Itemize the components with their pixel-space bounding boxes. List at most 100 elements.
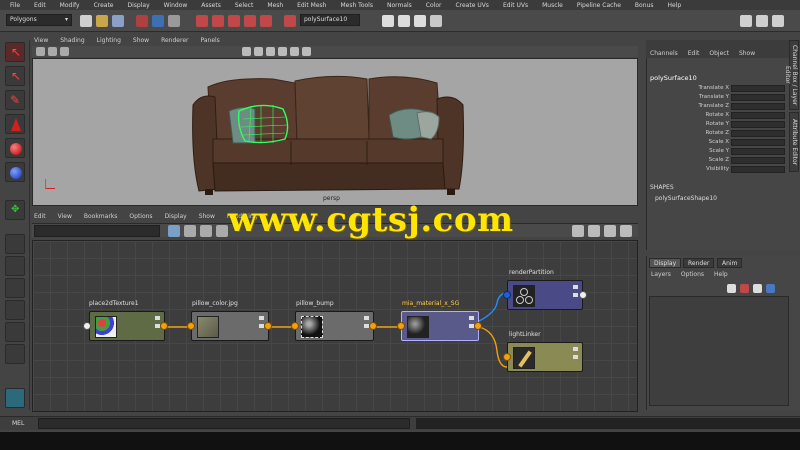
menu-mesh[interactable]: Mesh [267, 2, 283, 9]
side-tab-attribute-editor[interactable]: Attribute Editor [789, 112, 799, 172]
bookmark-icon[interactable] [60, 47, 69, 56]
output-plug[interactable] [264, 322, 272, 330]
menu-modify[interactable]: Modify [60, 2, 80, 9]
layout-graph-icon[interactable] [5, 344, 25, 364]
input-plug[interactable] [187, 322, 195, 330]
channel-value-field[interactable] [731, 130, 785, 137]
viewport-menu-panels[interactable]: Panels [200, 37, 219, 44]
viewport-menu-show[interactable]: Show [133, 37, 149, 44]
node-render-partition[interactable] [507, 280, 583, 310]
menu-select[interactable]: Select [235, 2, 254, 9]
layer-down-icon[interactable] [766, 284, 775, 293]
input-plug[interactable] [503, 291, 511, 299]
object-name[interactable]: polySurface10 [650, 74, 697, 82]
viewport-menu-view[interactable]: View [34, 37, 48, 44]
node-light-linker[interactable] [507, 342, 583, 372]
sofa-model[interactable] [33, 59, 639, 207]
scale-tool-icon[interactable] [5, 162, 25, 182]
move-tool-icon[interactable] [5, 114, 25, 134]
channel-visibility[interactable]: Visibility [647, 166, 787, 174]
layout-four-icon[interactable] [5, 256, 25, 276]
input-plug[interactable] [83, 322, 91, 330]
menu-create-uvs[interactable]: Create UVs [455, 2, 488, 9]
select-component-icon[interactable] [168, 15, 180, 27]
channel-tab-edit[interactable]: Edit [688, 50, 700, 57]
output-plug[interactable] [474, 322, 482, 330]
hypershade-search-field[interactable] [34, 225, 160, 237]
layout-stack-icon[interactable] [5, 300, 25, 320]
input-plug[interactable] [291, 322, 299, 330]
select-object-icon[interactable] [152, 15, 164, 27]
channel-rotate-y[interactable]: Rotate Y [647, 121, 787, 129]
output-port[interactable] [573, 355, 578, 359]
layer-menu-options[interactable]: Options [681, 271, 704, 278]
menu-display[interactable]: Display [128, 2, 150, 9]
menu-assets[interactable]: Assets [201, 2, 221, 9]
output-plug[interactable] [369, 322, 377, 330]
layer-list[interactable] [649, 296, 789, 406]
swatch-toggle-icon[interactable] [572, 225, 584, 237]
channel-translate-z[interactable]: Translate Z [647, 103, 787, 111]
node-place2dtexture[interactable] [89, 311, 165, 341]
menu-normals[interactable]: Normals [387, 2, 412, 9]
channel-rotate-x[interactable]: Rotate X [647, 112, 787, 120]
viewport-menu-lighting[interactable]: Lighting [97, 37, 121, 44]
shape-name[interactable]: polySurfaceShape10 [655, 195, 717, 202]
channel-scale-z[interactable]: Scale Z [647, 157, 787, 165]
textured-icon[interactable] [266, 47, 275, 56]
render-frame-icon[interactable] [382, 15, 394, 27]
object-name-field[interactable]: polySurface10 [300, 14, 360, 26]
layout-outliner-icon[interactable] [5, 322, 25, 342]
channel-value-field[interactable] [731, 148, 785, 155]
channel-value-field[interactable] [731, 85, 785, 92]
render-settings-icon[interactable] [414, 15, 426, 27]
history-icon[interactable] [284, 15, 296, 27]
hypershade-menu-edit[interactable]: Edit [34, 213, 46, 220]
output-port[interactable] [469, 316, 474, 320]
new-scene-icon[interactable] [80, 15, 92, 27]
layer-up-icon[interactable] [753, 284, 762, 293]
command-input[interactable] [38, 418, 410, 429]
channel-value-field[interactable] [731, 103, 785, 110]
menu-create[interactable]: Create [94, 2, 114, 9]
output-port[interactable] [573, 285, 578, 289]
xray-icon[interactable] [302, 47, 311, 56]
input-plug[interactable] [397, 322, 405, 330]
hypershade-menu-bookmarks[interactable]: Bookmarks [84, 213, 118, 220]
open-scene-icon[interactable] [96, 15, 108, 27]
channel-translate-x[interactable]: Translate X [647, 85, 787, 93]
camera-attributes-icon[interactable] [48, 47, 57, 56]
channel-scale-y[interactable]: Scale Y [647, 148, 787, 156]
viewport-menu-renderer[interactable]: Renderer [161, 37, 188, 44]
hypershade-menu-options[interactable]: Options [129, 213, 152, 220]
panel-layout-icon-2[interactable] [756, 15, 768, 27]
hypershade-menu-view[interactable]: View [58, 213, 72, 220]
side-tab-channel-box[interactable]: Channel Box / Layer Editor [784, 40, 799, 110]
shadows-icon[interactable] [290, 47, 299, 56]
menu-color[interactable]: Color [426, 2, 442, 9]
save-scene-icon[interactable] [112, 15, 124, 27]
menu-edit-uvs[interactable]: Edit UVs [503, 2, 528, 9]
layer-tab-display[interactable]: Display [649, 258, 682, 268]
channel-value-field[interactable] [731, 139, 785, 146]
graph-input-icon[interactable] [168, 225, 180, 237]
output-port[interactable] [364, 316, 369, 320]
menu-muscle[interactable]: Muscle [542, 2, 563, 9]
grid-toggle-icon[interactable] [588, 225, 600, 237]
menu-pipeline-cache[interactable]: Pipeline Cache [577, 2, 621, 9]
manipulator-icon[interactable]: ✥ [5, 200, 25, 220]
smooth-shade-icon[interactable] [254, 47, 263, 56]
graph-output-icon[interactable] [184, 225, 196, 237]
layer-tab-render[interactable]: Render [683, 258, 715, 268]
node-material[interactable] [401, 311, 479, 341]
channel-tab-show[interactable]: Show [739, 50, 755, 57]
new-layer-selected-icon[interactable] [740, 284, 749, 293]
menu-edit-mesh[interactable]: Edit Mesh [297, 2, 326, 9]
snap-curve-icon[interactable] [212, 15, 224, 27]
channel-rotate-z[interactable]: Rotate Z [647, 130, 787, 138]
output-plug[interactable] [579, 291, 587, 299]
channel-value-field[interactable] [731, 166, 785, 173]
lasso-tool-icon[interactable]: ↖ [5, 66, 25, 86]
menu-file[interactable]: File [10, 2, 20, 9]
viewport-menu-shading[interactable]: Shading [60, 37, 84, 44]
